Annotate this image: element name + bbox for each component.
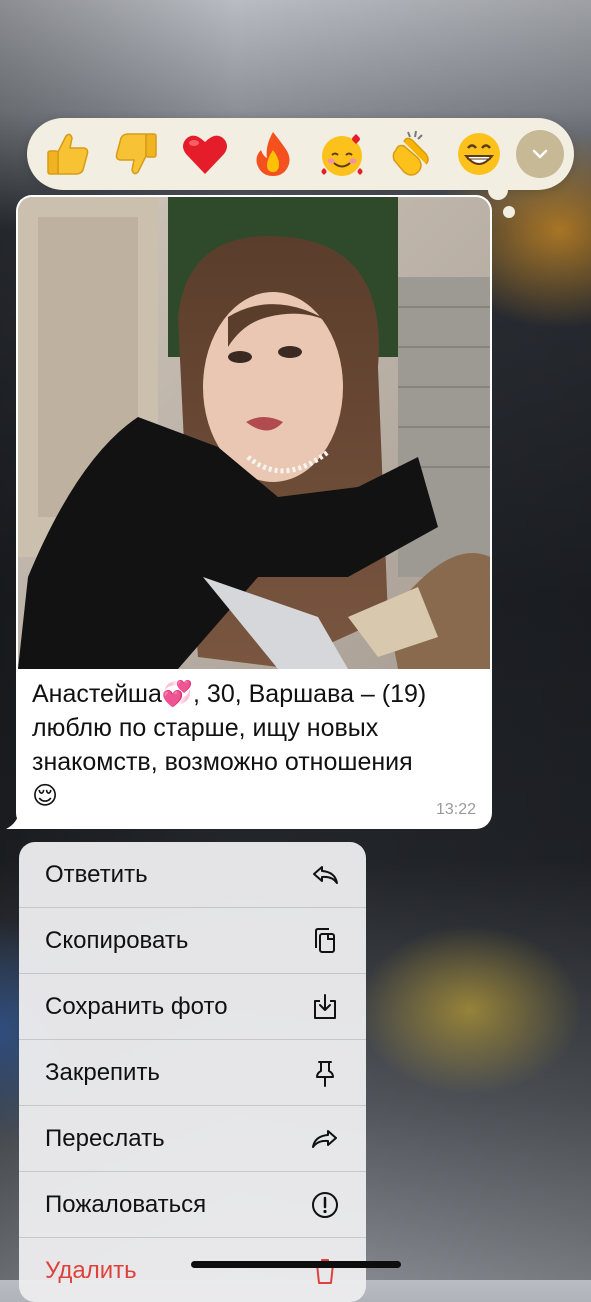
reaction-beaming-face[interactable]	[448, 123, 509, 185]
sender-name: Анастейша	[32, 680, 162, 708]
clapping-hands-icon	[392, 130, 429, 176]
menu-item-copy[interactable]: Скопировать	[19, 908, 366, 974]
chevron-down-icon	[532, 149, 548, 159]
thumbs-up-icon	[46, 133, 89, 175]
message-line3: знакомств, возможно отношения	[32, 748, 413, 776]
reaction-red-heart[interactable]	[174, 123, 235, 185]
save-photo-icon	[314, 993, 336, 1019]
message-timestamp: 13:22	[435, 801, 476, 818]
menu-item-delete[interactable]: Удалить	[19, 1238, 366, 1302]
forward-icon	[312, 1129, 337, 1148]
relieved-face-emoji: 😌	[32, 781, 59, 810]
fire-icon	[256, 132, 290, 176]
menu-item-label: Пожаловаться	[45, 1190, 207, 1218]
menu-item-label: Сохранить фото	[45, 992, 228, 1020]
report-icon	[312, 1191, 338, 1218]
menu-item-save-photo[interactable]: Сохранить фото	[19, 974, 366, 1040]
trash-icon	[315, 1258, 335, 1284]
reply-icon	[313, 865, 338, 884]
reaction-smiling-face-with-hearts[interactable]	[311, 123, 372, 185]
menu-item-label: Закрепить	[45, 1058, 160, 1086]
message-line2: люблю по старше, ищу новых	[32, 714, 379, 742]
reaction-clapping-hands[interactable]	[379, 123, 440, 185]
photo-image	[18, 197, 490, 669]
reaction-bar	[27, 118, 574, 200]
menu-item-label: Удалить	[45, 1256, 137, 1284]
context-menu: Ответить Скопировать Сохранить фото Закр…	[19, 842, 366, 1302]
message-line1-rest: , 30, Варшава – (19)	[193, 680, 427, 708]
message-text: Анастейша💞, 30, Варшава – (19) люблю по …	[32, 677, 472, 813]
message-bubble[interactable]: Анастейша💞, 30, Варшава – (19) люблю по …	[16, 195, 492, 829]
reaction-fire[interactable]	[242, 123, 303, 185]
pin-icon	[316, 1060, 334, 1087]
revolving-hearts-emoji: 💞	[161, 679, 194, 708]
expand-reactions-button[interactable]	[516, 130, 564, 178]
thumbs-down-icon	[115, 133, 157, 175]
menu-item-label: Переслать	[45, 1124, 165, 1152]
reaction-thumbs-down[interactable]	[105, 123, 166, 185]
message-photo[interactable]	[18, 197, 490, 669]
smiling-face-with-hearts-icon	[321, 134, 363, 176]
menu-item-report[interactable]: Пожаловаться	[19, 1172, 366, 1238]
heart-icon	[182, 135, 227, 174]
menu-item-label: Скопировать	[45, 926, 189, 954]
menu-item-forward[interactable]: Переслать	[19, 1106, 366, 1172]
copy-icon	[315, 927, 335, 953]
home-indicator[interactable]	[191, 1261, 401, 1268]
menu-item-label: Ответить	[45, 860, 148, 888]
menu-item-pin[interactable]: Закрепить	[19, 1040, 366, 1106]
reaction-thumbs-up[interactable]	[37, 123, 98, 185]
beaming-face-icon	[457, 133, 500, 175]
menu-item-reply[interactable]: Ответить	[19, 842, 366, 908]
reaction-bar-tail-dot	[503, 206, 515, 218]
